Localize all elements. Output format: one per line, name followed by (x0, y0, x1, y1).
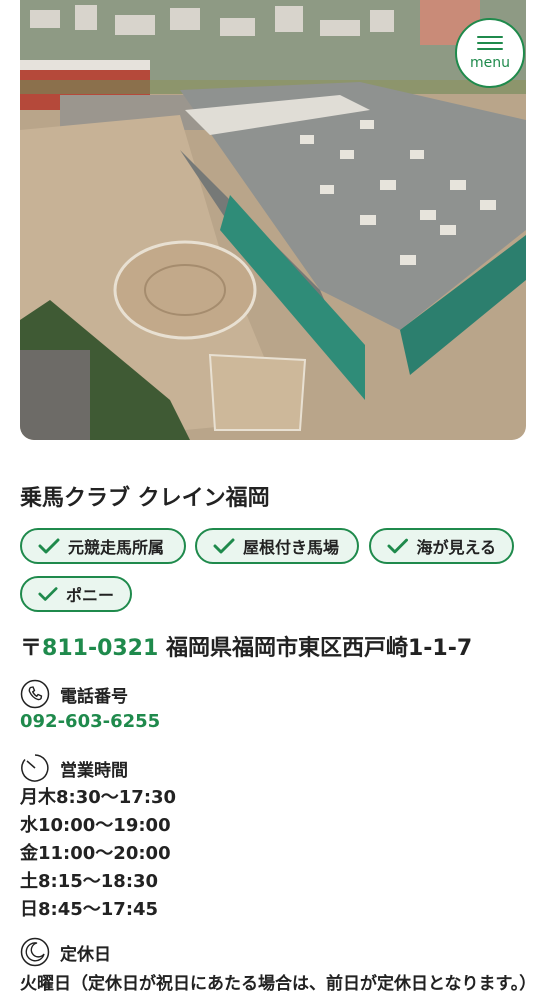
check-icon (213, 538, 235, 554)
tag-sea-view: 海が見える (369, 528, 514, 564)
menu-label: menu (470, 55, 510, 71)
closed-text: 火曜日（定休日が祝日にあたる場合は、前日が定休日となります。） (20, 974, 537, 994)
menu-button[interactable]: menu (455, 18, 525, 88)
phone-icon (20, 679, 50, 709)
tag-pony: ポニー (20, 576, 132, 612)
tag-covered-arena: 屋根付き馬場 (195, 528, 359, 564)
zip-mark: 〒 (20, 636, 43, 661)
hamburger-icon (477, 36, 503, 50)
clock-icon (21, 754, 49, 782)
check-icon (387, 538, 408, 554)
hours-list: 月木8:30〜17:30 水10:00〜19:00 金11:00〜20:00 土… (20, 784, 176, 924)
zip-code: 811-0321 (42, 636, 159, 661)
hours-row: 土8:15〜18:30 (20, 871, 159, 892)
club-name: 乗馬クラブ クレイン福岡 (20, 486, 270, 511)
hero-photo (20, 0, 526, 440)
check-icon (38, 538, 60, 554)
moon-icon (20, 937, 50, 967)
hours-row: 月木8:30〜17:30 (20, 787, 177, 808)
phone-heading: 電話番号 (20, 679, 128, 709)
check-icon (38, 587, 58, 601)
address-text: 福岡県福岡市東区西戸崎1-1-7 (165, 636, 473, 661)
hours-row: 日8:45〜17:45 (20, 899, 159, 920)
tag-retired-racehorse: 元競走馬所属 (20, 528, 186, 564)
address: 〒811-0321 福岡県福岡市東区西戸崎1-1-7 (20, 630, 472, 662)
closed-heading: 定休日 (20, 937, 111, 967)
hours-heading: 営業時間 (20, 753, 128, 783)
hours-row: 水10:00〜19:00 (20, 815, 171, 836)
phone-number-link[interactable]: 092-603-6255 (20, 711, 160, 732)
hours-row: 金11:00〜20:00 (20, 843, 171, 864)
